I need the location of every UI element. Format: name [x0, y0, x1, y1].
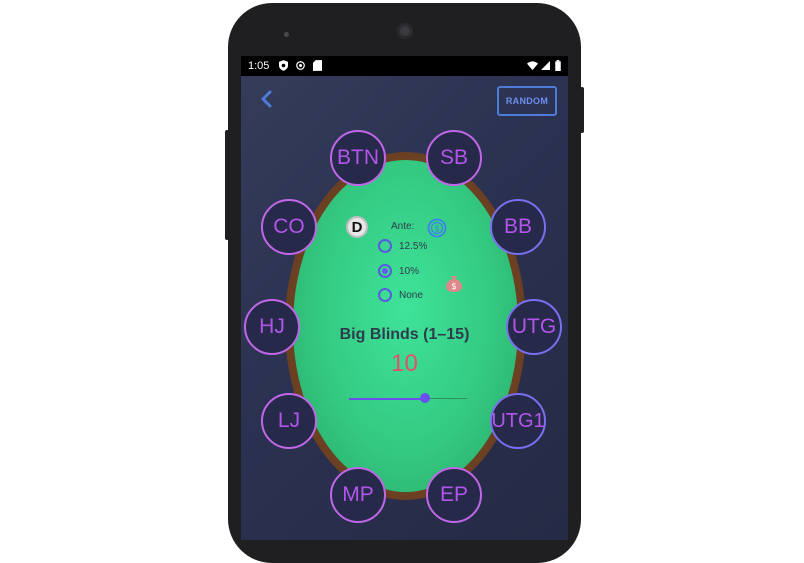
- wifi-icon: [527, 61, 538, 71]
- dollar-coin-icon[interactable]: $: [427, 218, 447, 238]
- sd-card-icon: [313, 60, 322, 71]
- ante-option-12-5[interactable]: [378, 239, 392, 253]
- status-time: 1:05: [248, 60, 270, 72]
- proximity-sensor: [284, 32, 289, 37]
- seat-btn[interactable]: BTN: [330, 130, 386, 186]
- back-arrow-icon[interactable]: [259, 88, 275, 110]
- random-button[interactable]: RANDOM: [497, 86, 557, 116]
- battery-icon: [555, 60, 561, 71]
- big-blinds-title: Big Blinds (1–15): [339, 326, 470, 343]
- power-button: [580, 87, 584, 133]
- volume-button: [225, 130, 229, 240]
- sync-icon: [296, 61, 305, 70]
- phone-screen: 1:05 RANDOM BTN SB BB UTG UTG1 EP MP LJ …: [241, 56, 568, 540]
- ante-option-10[interactable]: [378, 264, 392, 278]
- ante-option-10-label: 10%: [399, 266, 420, 277]
- svg-text:$: $: [434, 225, 440, 235]
- seat-bb[interactable]: BB: [490, 199, 546, 255]
- big-blinds-slider-fill: [349, 398, 425, 400]
- money-bag-icon[interactable]: $: [444, 273, 464, 293]
- seat-utg1[interactable]: UTG1: [490, 393, 546, 449]
- front-camera: [397, 23, 413, 39]
- ante-option-none-label: None: [399, 290, 423, 301]
- status-bar: 1:05: [241, 56, 568, 76]
- seat-lj[interactable]: LJ: [261, 393, 317, 449]
- ante-option-none[interactable]: [378, 288, 392, 302]
- dealer-button: D: [346, 216, 368, 238]
- seat-co[interactable]: CO: [261, 199, 317, 255]
- ante-option-12-5-label: 12.5%: [399, 241, 428, 252]
- poker-setup-view: RANDOM BTN SB BB UTG UTG1 EP MP LJ HJ CO…: [241, 76, 568, 540]
- seat-mp[interactable]: MP: [330, 467, 386, 523]
- big-blinds-slider-thumb[interactable]: [419, 393, 430, 403]
- seat-ep[interactable]: EP: [426, 467, 482, 523]
- shield-icon: [279, 60, 288, 71]
- seat-sb[interactable]: SB: [426, 130, 482, 186]
- svg-text:$: $: [451, 282, 457, 292]
- big-blinds-value: 10: [391, 350, 418, 377]
- ante-label: Ante:: [391, 221, 415, 232]
- signal-icon: [541, 61, 550, 70]
